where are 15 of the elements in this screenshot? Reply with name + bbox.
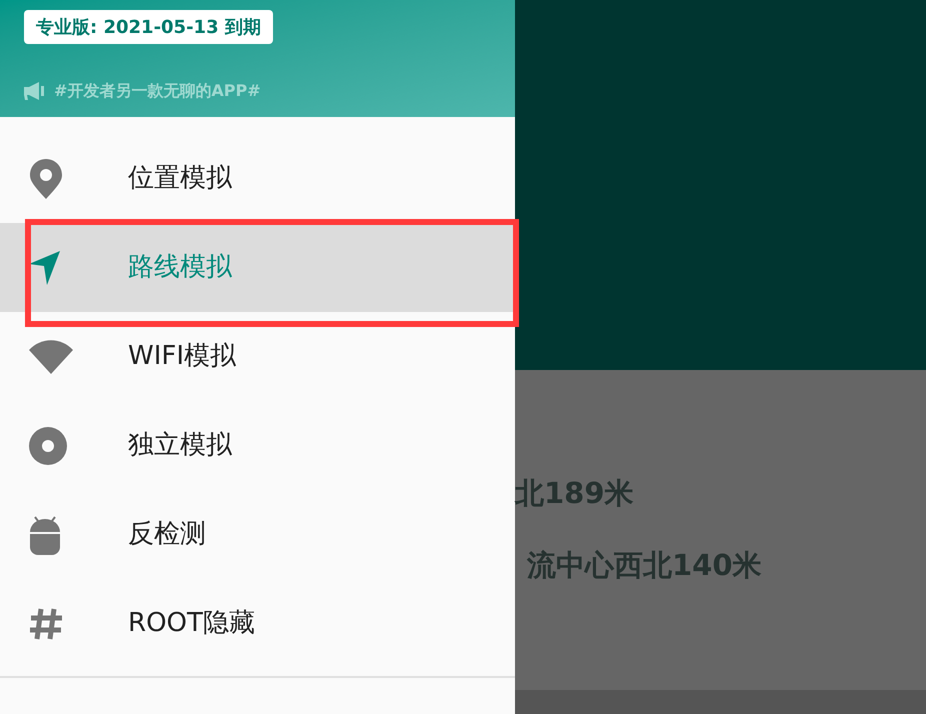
distance-text: 流中心西北140米 [526, 546, 763, 584]
location-pin-icon [29, 158, 63, 198]
menu-item[interactable]: 位置模拟 [0, 134, 515, 223]
menu-item[interactable]: ROOT隐藏 [0, 579, 515, 668]
menu-item[interactable]: 反检测 [0, 490, 515, 579]
expiry-badge: 专业版: 2021-05-13 到期 [24, 10, 273, 44]
navigation-arrow-icon [29, 250, 61, 284]
megaphone-icon [24, 82, 46, 100]
android-icon [29, 514, 61, 554]
menu-item[interactable]: 独立模拟 [0, 401, 515, 490]
wifi-icon [29, 340, 73, 374]
menu-item[interactable]: WIFI模拟 [0, 312, 515, 401]
hash-icon [29, 606, 63, 640]
distance-text: 北189米 [515, 475, 635, 512]
slogan-text: #开发者另一款无聊的APP# [54, 80, 261, 102]
